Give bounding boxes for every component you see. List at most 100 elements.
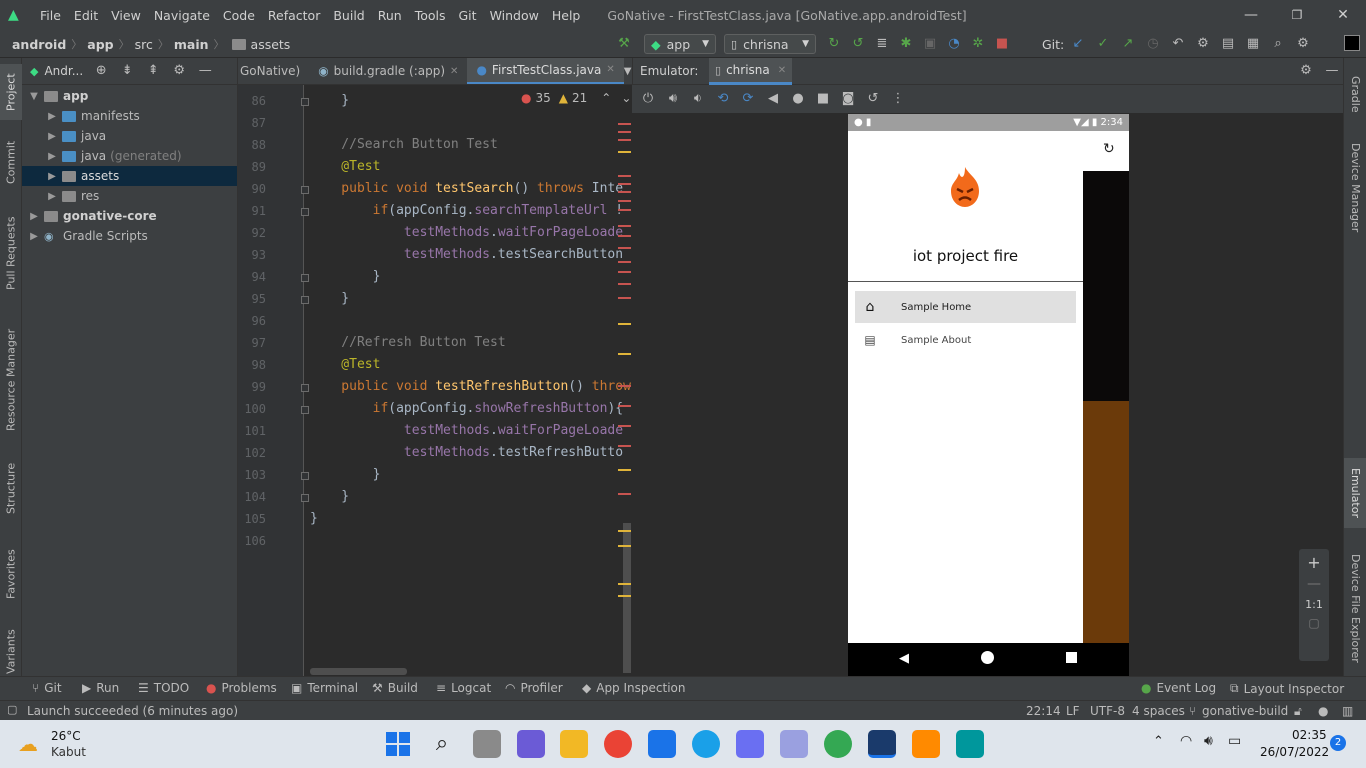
fold-marker[interactable] bbox=[301, 406, 309, 414]
overview-icon[interactable]: ■ bbox=[815, 91, 831, 107]
error-stripe-mark[interactable] bbox=[618, 323, 631, 325]
run-config-select[interactable]: ◆ app ▼ bbox=[644, 34, 716, 54]
minimize-button[interactable]: — bbox=[1228, 0, 1274, 30]
error-stripe-mark[interactable] bbox=[618, 425, 631, 427]
task-view-icon[interactable] bbox=[473, 730, 501, 758]
menu-refactor[interactable]: Refactor bbox=[268, 8, 320, 23]
error-stripe-mark[interactable] bbox=[618, 595, 631, 597]
battery-icon[interactable]: ▭ bbox=[1228, 733, 1241, 749]
git-update-icon[interactable]: ↙ bbox=[1070, 36, 1086, 52]
close-tab-icon[interactable]: ✕ bbox=[778, 65, 786, 76]
tool-window-favorites[interactable]: Favorites bbox=[0, 544, 22, 604]
next-highlight-icon[interactable]: ⌄ bbox=[621, 91, 631, 105]
tool-profiler[interactable]: ◠ Profiler bbox=[505, 681, 563, 695]
file-encoding[interactable]: UTF-8 bbox=[1090, 704, 1125, 718]
file-explorer-icon[interactable] bbox=[560, 730, 588, 758]
error-stripe-mark[interactable] bbox=[618, 545, 631, 547]
menu-tools[interactable]: Tools bbox=[415, 8, 446, 23]
phone-back-icon[interactable]: ◀ bbox=[899, 651, 909, 666]
error-stripe-mark[interactable] bbox=[618, 225, 631, 227]
snapshot-icon[interactable]: ↺ bbox=[865, 91, 881, 107]
menu-help[interactable]: Help bbox=[552, 8, 581, 23]
zoom-fit-icon[interactable]: ▢ bbox=[1299, 616, 1329, 630]
sdk-manager-icon[interactable]: ⚙ bbox=[1195, 36, 1211, 52]
indent-setting[interactable]: 4 spaces bbox=[1132, 704, 1185, 718]
notification-badge[interactable]: 2 bbox=[1330, 735, 1346, 751]
taskbar-date[interactable]: 26/07/2022 bbox=[1260, 745, 1329, 759]
gear-icon[interactable]: ⚙ bbox=[1298, 63, 1314, 79]
fold-marker[interactable] bbox=[301, 296, 309, 304]
tree-item-app[interactable]: ▼ app bbox=[22, 86, 237, 106]
error-stripe-mark[interactable] bbox=[618, 353, 631, 355]
tool-window-resource-manager[interactable]: Resource Manager bbox=[0, 320, 22, 440]
chrome-icon[interactable] bbox=[604, 730, 632, 758]
status-message[interactable]: Launch succeeded (6 minutes ago) bbox=[27, 704, 238, 718]
back-icon[interactable]: ◀ bbox=[765, 91, 781, 107]
stop-icon[interactable]: ■ bbox=[994, 36, 1010, 52]
line-separator[interactable]: LF bbox=[1066, 704, 1080, 718]
git-branch[interactable]: gonative-build bbox=[1202, 704, 1288, 718]
tool-layout-inspector[interactable]: ⧉ Layout Inspector bbox=[1230, 681, 1344, 696]
menu-navigate[interactable]: Navigate bbox=[154, 8, 210, 23]
arduino-icon[interactable] bbox=[956, 730, 984, 758]
menu-window[interactable]: Window bbox=[490, 8, 539, 23]
breadcrumb-app[interactable]: app bbox=[87, 37, 113, 52]
drawer-item-sample-home[interactable]: ⌂ Sample Home bbox=[855, 291, 1076, 323]
breadcrumb-android[interactable]: android bbox=[12, 37, 66, 52]
tool-todo[interactable]: ☰ TODO bbox=[138, 681, 189, 695]
zoom-in-icon[interactable]: + bbox=[1299, 553, 1329, 572]
menu-view[interactable]: View bbox=[111, 8, 141, 23]
zoom-actual-size[interactable]: 1:1 bbox=[1299, 598, 1329, 611]
error-stripe-mark[interactable] bbox=[618, 131, 631, 133]
git-commit-icon[interactable]: ✓ bbox=[1095, 36, 1111, 52]
error-stripe-mark[interactable] bbox=[618, 530, 631, 532]
tree-item-gradle-scripts[interactable]: ▶ ◉ Gradle Scripts bbox=[22, 226, 237, 246]
tree-item-java[interactable]: ▶ java bbox=[22, 126, 237, 146]
error-stripe-mark[interactable] bbox=[618, 191, 631, 193]
project-structure-icon[interactable]: ▦ bbox=[1245, 36, 1261, 52]
tool-git[interactable]: ⑂ Git bbox=[32, 681, 62, 695]
tree-item-res[interactable]: ▶ res bbox=[22, 186, 237, 206]
tool-run[interactable]: ▶ Run bbox=[82, 681, 119, 695]
menu-run[interactable]: Run bbox=[378, 8, 402, 23]
weather-temp[interactable]: 26°C bbox=[51, 729, 81, 743]
list-icon[interactable]: ≣ bbox=[874, 36, 890, 52]
tool-window-emulator[interactable]: Emulator bbox=[1344, 458, 1366, 528]
phone-screen[interactable]: ● ▮ ▼◢ ▮ 2:34 ↻ iot project fire ⌂ Sampl… bbox=[848, 114, 1129, 676]
error-stripe-mark[interactable] bbox=[618, 493, 631, 495]
breadcrumb-main[interactable]: main bbox=[174, 37, 209, 52]
memory-icon[interactable]: ▥ bbox=[1342, 704, 1353, 718]
error-stripe-mark[interactable] bbox=[618, 175, 631, 177]
error-stripe-mark[interactable] bbox=[618, 123, 631, 125]
toggle-tool-windows-icon[interactable]: ▢ bbox=[7, 703, 17, 716]
git-push-icon[interactable]: ↗ bbox=[1120, 36, 1136, 52]
notifications-icon[interactable]: ● bbox=[1318, 704, 1328, 718]
teams-chat-icon[interactable] bbox=[517, 730, 545, 758]
tool-window-gradle[interactable]: Gradle bbox=[1344, 66, 1366, 122]
error-stripe-mark[interactable] bbox=[618, 261, 631, 263]
weather-condition[interactable]: Kabut bbox=[51, 745, 86, 759]
show-hidden-icons[interactable]: ⌃ bbox=[1153, 734, 1164, 749]
rotate-right-icon[interactable]: ⟳ bbox=[740, 91, 756, 107]
menu-file[interactable]: File bbox=[40, 8, 61, 23]
tree-item-manifests[interactable]: ▶ manifests bbox=[22, 106, 237, 126]
close-tab-icon[interactable]: ✕ bbox=[606, 64, 614, 75]
tool-app-inspection[interactable]: ◆ App Inspection bbox=[582, 681, 685, 695]
fold-marker[interactable] bbox=[301, 472, 309, 480]
tool-window-device-file-explorer[interactable]: Device File Explorer bbox=[1344, 548, 1366, 668]
restore-button[interactable]: ❐ bbox=[1274, 0, 1320, 30]
expand-all-icon[interactable]: ⇟ bbox=[119, 63, 135, 79]
close-button[interactable]: ✕ bbox=[1320, 0, 1366, 30]
history-icon[interactable]: ◷ bbox=[1145, 36, 1161, 52]
error-stripe-mark[interactable] bbox=[618, 283, 631, 285]
android-studio-icon[interactable] bbox=[868, 730, 896, 758]
locate-icon[interactable]: ⊕ bbox=[93, 63, 109, 79]
tree-item-assets[interactable]: ▶ assets bbox=[22, 166, 237, 186]
error-stripe-mark[interactable] bbox=[618, 583, 631, 585]
rerun-icon[interactable]: ↻ bbox=[826, 36, 842, 52]
tool-window-pull-requests[interactable]: Pull Requests bbox=[0, 208, 22, 298]
taskbar-clock[interactable]: 02:35 bbox=[1292, 728, 1327, 742]
search-icon[interactable]: ⌕ bbox=[428, 730, 456, 758]
more-icon[interactable]: ⋮ bbox=[890, 91, 906, 107]
home-icon[interactable]: ● bbox=[790, 91, 806, 107]
